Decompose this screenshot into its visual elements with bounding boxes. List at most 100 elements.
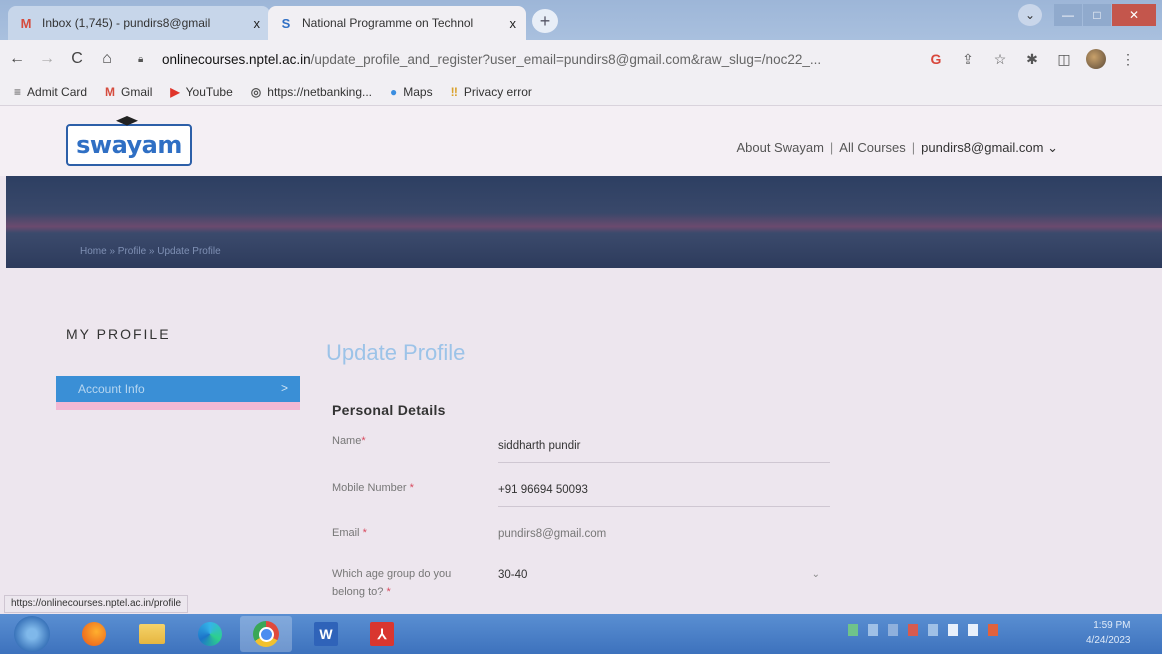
minimize-button[interactable]: — (1054, 4, 1082, 26)
nav-separator: | (829, 140, 834, 155)
mobile-number-field[interactable]: +91 96694 50093 (498, 484, 830, 507)
gmail-icon: M (20, 15, 32, 31)
tab-gmail-inbox[interactable]: M Inbox (1,745) - pundirs8@gmail x (8, 6, 270, 40)
email-field: pundirs8@gmail.com (498, 528, 607, 540)
close-tab-icon[interactable]: x (510, 16, 517, 31)
side-panel-icon[interactable]: ◫ (1048, 51, 1080, 68)
back-arrow-icon[interactable]: ← (4, 50, 30, 68)
nav-about-swayam[interactable]: About Swayam (736, 140, 823, 156)
taskbar-chrome[interactable] (240, 616, 292, 652)
privacy-error-icon: ‼ (450, 84, 458, 99)
pdf-icon: ⅄ (370, 622, 394, 646)
edge-icon (198, 622, 222, 646)
home-icon[interactable]: ⌂ (94, 50, 120, 68)
tab-nptel[interactable]: S National Programme on Technol x (268, 6, 526, 40)
mobile-label: Mobile Number * (332, 482, 414, 494)
taskbar-edge[interactable] (184, 616, 236, 652)
bookmark-admit-card[interactable]: ≡ Admit Card (14, 85, 87, 99)
chevron-down-icon: ⌄ (1047, 140, 1058, 155)
sidebar-title: MY PROFILE (66, 326, 171, 342)
bookmark-netbanking[interactable]: ◎ https://netbanking... (251, 85, 372, 99)
word-icon: W (314, 622, 338, 646)
required-mark: * (361, 435, 366, 447)
taskbar-file-explorer[interactable] (126, 616, 178, 652)
tab-search-icon[interactable]: ⌄ (1018, 4, 1042, 26)
maps-pin-icon: ● (390, 84, 398, 99)
bookmark-maps[interactable]: ● Maps (390, 85, 433, 99)
bookmark-youtube[interactable]: ▶ YouTube (170, 85, 232, 99)
age-group-value: 30-40 (498, 569, 528, 581)
browser-tab-strip: M Inbox (1,745) - pundirs8@gmail x S Nat… (0, 0, 1162, 40)
tab-title: National Programme on Technol (302, 16, 474, 30)
bookmarks-bar: ≡ Admit Card M Gmail ▶ YouTube ◎ https:/… (0, 78, 1162, 106)
address-bar[interactable]: 🔒︎ onlinecourses.nptel.ac.in/update_prof… (138, 45, 960, 73)
youtube-icon: ▶ (170, 84, 180, 99)
clock-date: 4/24/2023 (1086, 635, 1131, 646)
google-icon[interactable]: G (920, 51, 952, 67)
menu-dots-icon[interactable]: ⋮ (1112, 51, 1144, 68)
swayam-icon: S (281, 15, 291, 31)
close-window-button[interactable]: ✕ (1112, 4, 1156, 26)
user-menu[interactable]: pundirs8@gmail.com ⌄ (921, 140, 1058, 156)
logo-text: swayam (76, 131, 182, 159)
reload-icon[interactable]: C (64, 50, 90, 68)
age-group-label: Which age group do you belong to? * (332, 568, 452, 598)
section-title: Personal Details (332, 402, 446, 418)
name-field[interactable]: siddharth pundir (498, 440, 830, 463)
start-button[interactable] (14, 616, 50, 652)
flag-icon[interactable] (988, 624, 998, 636)
star-bookmark-icon[interactable]: ☆ (984, 51, 1016, 68)
taskbar-acrobat[interactable]: ⅄ (356, 616, 408, 652)
maximize-button[interactable]: □ (1083, 4, 1111, 26)
chrome-icon (253, 621, 279, 647)
profile-avatar[interactable] (1086, 49, 1106, 69)
breadcrumb[interactable]: Home » Profile » Update Profile (80, 246, 221, 257)
gmail-icon: M (105, 84, 116, 99)
lock-icon[interactable]: 🔒︎ (138, 54, 154, 65)
taskbar-word[interactable]: W (300, 616, 352, 652)
volume-icon[interactable] (968, 624, 978, 636)
bookmark-gmail[interactable]: M Gmail (105, 85, 152, 99)
email-label: Email * (332, 527, 367, 539)
url-path: /update_profile_and_register?user_email=… (310, 51, 822, 67)
windows-taskbar: W ⅄ 1:59 PM 4/24/2023 (0, 614, 1162, 654)
header-nav: About Swayam | All Courses | pundirs8@gm… (736, 140, 1058, 156)
firefox-icon (82, 622, 106, 646)
chevron-right-icon: > (280, 381, 288, 395)
network-icon[interactable] (948, 624, 958, 636)
graduation-cap-icon (116, 116, 138, 126)
clock-time: 1:59 PM (1093, 620, 1131, 631)
site-header: swayam About Swayam | All Courses | pund… (0, 106, 1162, 176)
required-mark: * (362, 527, 367, 539)
swayam-logo[interactable]: swayam (66, 116, 192, 166)
age-group-select[interactable]: 30-40 ⌄ (498, 569, 830, 591)
nav-separator: | (911, 140, 916, 155)
taskbar-clock[interactable]: 1:59 PM 4/24/2023 (1086, 618, 1131, 648)
bookmark-privacy-error[interactable]: ‼ Privacy error (451, 85, 532, 99)
page-banner: Home » Profile » Update Profile (6, 176, 1162, 268)
tab-title: Inbox (1,745) - pundirs8@gmail (42, 16, 211, 30)
share-icon[interactable]: ⇪ (952, 51, 984, 68)
nav-all-courses[interactable]: All Courses (839, 140, 905, 156)
bookmark-label: Privacy error (463, 84, 532, 99)
system-tray (848, 624, 998, 636)
new-tab-button[interactable]: + (532, 9, 558, 33)
forward-arrow-icon[interactable]: → (34, 50, 60, 68)
sidebar-item-underline (56, 402, 300, 410)
sidebar-item-account-info[interactable]: Account Info > (56, 376, 300, 402)
name-label: Name* (332, 435, 366, 447)
taskbar-firefox[interactable] (68, 616, 120, 652)
tray-app-icon[interactable] (868, 624, 878, 636)
extensions-icon[interactable]: ✱ (1016, 51, 1048, 68)
globe-icon: ◎ (250, 84, 262, 99)
tray-app-icon[interactable] (888, 624, 898, 636)
folder-icon (139, 624, 165, 644)
bookmark-label: Gmail (121, 84, 153, 99)
tray-app-icon[interactable] (908, 624, 918, 636)
user-email: pundirs8@gmail.com (921, 140, 1044, 155)
bookmark-label: Maps (403, 84, 433, 99)
tray-app-icon[interactable] (928, 624, 938, 636)
tray-app-icon[interactable] (848, 624, 858, 636)
required-mark: * (409, 482, 414, 494)
close-tab-icon[interactable]: x (254, 16, 261, 31)
